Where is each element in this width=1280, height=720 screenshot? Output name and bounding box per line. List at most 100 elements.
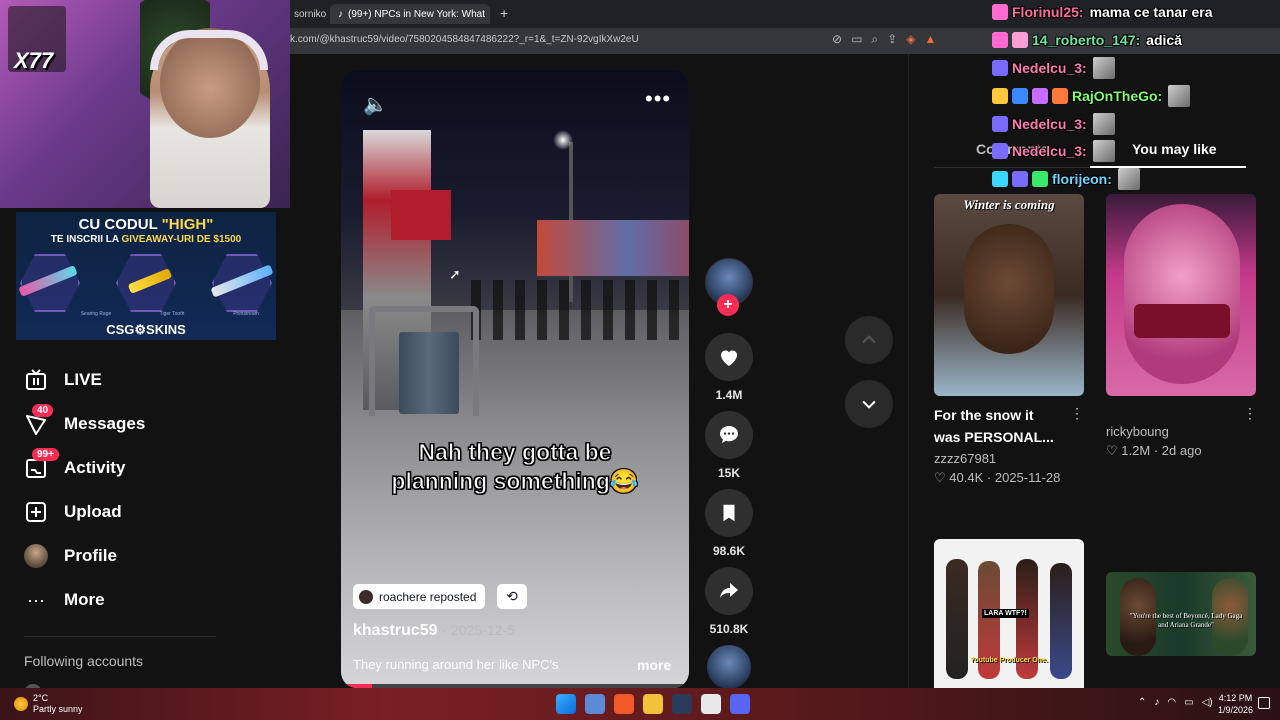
repost-badge[interactable]: roachere reposted xyxy=(353,584,486,609)
thumb-tape xyxy=(1134,304,1230,338)
recommended-video-card[interactable]: LARA WTF?! Youtube Producer One. xyxy=(934,539,1084,688)
video-title[interactable]: For the snow it was PERSONAL... xyxy=(934,404,1084,448)
new-tab-button[interactable]: + xyxy=(500,5,508,21)
volume-icon[interactable]: ◁) xyxy=(1202,697,1213,708)
browser-toolbar: ⊘ ▭ ⌕ ⇪ ◈ ▲ xyxy=(832,32,936,47)
warning-icon[interactable]: ▲ xyxy=(924,32,936,47)
weather-widget[interactable]: 2°C Partly sunny xyxy=(14,693,83,715)
chat-username: 14_roberto_147: xyxy=(1032,32,1141,48)
avatar xyxy=(359,589,373,604)
start-icon[interactable] xyxy=(556,694,576,714)
tiktok-icon: ♪ xyxy=(338,8,343,20)
heart-outline-icon: ♡ xyxy=(934,470,946,485)
webcam-overlay: X77 xyxy=(0,0,290,208)
previous-video-button[interactable] xyxy=(845,316,893,364)
wifi-icon[interactable]: ◠ xyxy=(1167,697,1176,708)
recommended-video-card[interactable]: "You're the best of Beyoncé, Lady Gaga a… xyxy=(1106,572,1256,656)
no-camera-icon[interactable]: ⊘ xyxy=(832,32,842,47)
video-light xyxy=(553,130,573,150)
more-link[interactable]: more xyxy=(637,657,671,673)
sidebar-divider xyxy=(24,636,216,637)
video-thumbnail[interactable]: Winter is coming xyxy=(934,194,1084,396)
video-author[interactable]: zzzz67981 xyxy=(934,451,1084,466)
messages-icon: 40 xyxy=(24,404,54,436)
card-menu-icon[interactable]: ⋮ xyxy=(1243,405,1257,422)
sidebar-item-live[interactable]: LIVE xyxy=(24,364,102,396)
weather-desc: Partly sunny xyxy=(33,704,83,714)
profile-avatar xyxy=(24,544,48,568)
video-author[interactable]: rickyboung xyxy=(1106,424,1256,439)
url-text[interactable]: k.com/@khastruc59/video/7580204584847486… xyxy=(290,34,639,45)
sidebar-item-upload[interactable]: Upload xyxy=(24,496,122,528)
clock-date: 1/9/2026 xyxy=(1218,705,1254,715)
save-button[interactable] xyxy=(705,489,753,537)
following-accounts-title: Following accounts xyxy=(24,653,144,669)
video-player[interactable]: 🔈 ••• ➚ Nah they gotta be planning somet… xyxy=(341,70,689,688)
notification-icon[interactable] xyxy=(1258,697,1270,709)
display-icon[interactable]: ▭ xyxy=(1184,697,1193,708)
sidebar-item-messages[interactable]: 40 Messages xyxy=(24,404,145,440)
discord-icon[interactable] xyxy=(730,694,750,714)
chat-username: Nedelcu_3: xyxy=(1012,143,1087,159)
skin-label: Printstream xyxy=(233,311,259,317)
recommended-video-card[interactable]: Winter is coming For the snow it was PER… xyxy=(934,194,1084,486)
chat-text: adică xyxy=(1146,32,1182,48)
browser-tab[interactable]: sornikoj xyxy=(286,4,326,24)
chevron-up-icon[interactable]: ⌃ xyxy=(1138,697,1146,708)
video-thumbnail[interactable] xyxy=(1106,194,1256,396)
video-thumbnail[interactable]: "You're the best of Beyoncé, Lady Gaga a… xyxy=(1106,572,1256,656)
video-thumbnail[interactable]: LARA WTF?! Youtube Producer One. xyxy=(934,539,1084,688)
screen: sornikoj ♪ (99+) NPCs in New York: What … xyxy=(0,0,1280,720)
sidebar-item-label: LIVE xyxy=(64,370,102,389)
recommended-video-card[interactable]: rickyboung ♡ 1.2M · 2d ago xyxy=(1106,194,1256,459)
sidebar-item-profile[interactable]: Profile xyxy=(24,540,117,572)
video-description: They running around her like NPC's xyxy=(353,657,559,672)
video-author-line: khastruc59 · 2025-12-5 xyxy=(353,622,515,640)
more-dots-icon: ··· xyxy=(27,589,45,610)
follow-plus-icon[interactable]: + xyxy=(717,294,739,316)
tab-you-may-like[interactable]: You may like xyxy=(1132,141,1217,157)
picture-in-picture-icon[interactable]: ▭ xyxy=(851,32,862,47)
card-menu-icon[interactable]: ⋮ xyxy=(1070,405,1084,422)
video-crowd xyxy=(471,280,689,340)
chat-username: florijeon: xyxy=(1052,171,1112,187)
speaker-icon[interactable]: ♪ xyxy=(1154,697,1159,708)
more-options-icon[interactable]: ••• xyxy=(645,86,671,112)
sidebar-item-label: Activity xyxy=(64,458,126,477)
upload-icon xyxy=(24,500,48,524)
browser-tab-active[interactable]: ♪ (99+) NPCs in New York: What ✕ xyxy=(330,4,490,24)
next-video-button[interactable] xyxy=(845,380,893,428)
video-date: 2025-12-5 xyxy=(451,622,515,638)
brave-shield-icon[interactable]: ◈ xyxy=(906,32,915,47)
steam-icon[interactable] xyxy=(672,694,692,714)
live-icon xyxy=(24,368,48,392)
author-name[interactable]: khastruc59 xyxy=(353,622,438,639)
share-arrow-icon xyxy=(720,583,738,598)
chat-text: mama ce tanar era xyxy=(1089,4,1213,20)
app-icon[interactable] xyxy=(585,694,605,714)
file-explorer-icon[interactable] xyxy=(643,694,663,714)
chat-message: Nedelcu_3: xyxy=(992,57,1115,79)
sidebar-item-more[interactable]: ··· More xyxy=(24,584,105,616)
zoom-icon[interactable]: ⌕ xyxy=(871,32,878,47)
chevron-down-icon xyxy=(862,400,876,409)
share-button[interactable] xyxy=(705,567,753,615)
brave-browser-icon[interactable] xyxy=(614,694,634,714)
promo-logo: CSG⚙SKINS xyxy=(106,322,186,337)
app-icon[interactable] xyxy=(701,694,721,714)
like-button[interactable] xyxy=(705,333,753,381)
chat-badge-icon xyxy=(992,116,1008,132)
repost-icon[interactable]: ⟲ xyxy=(497,584,527,609)
music-disc-avatar[interactable] xyxy=(707,645,751,689)
windows-taskbar: 2°C Partly sunny ⌃ ♪ ◠ ▭ ◁) 4:12 PM 1/9/… xyxy=(0,688,1280,720)
promo-subline: TE INSCRII LA GIVEAWAY-URI DE $1500 xyxy=(50,234,242,245)
share-icon[interactable]: ⇪ xyxy=(887,32,897,47)
sidebar-item-activity[interactable]: 99+ Activity xyxy=(24,448,126,484)
chat-message: RajOnTheGo: xyxy=(992,85,1191,107)
chat-message: 14_roberto_147: adică xyxy=(992,29,1182,51)
video-stats: ♡ 1.2M · 2d ago xyxy=(1106,443,1202,458)
chat-badge-icon xyxy=(992,4,1008,20)
comment-button[interactable] xyxy=(705,411,753,459)
volume-muted-icon[interactable]: 🔈 xyxy=(363,92,388,117)
clock[interactable]: 4:12 PM 1/9/2026 xyxy=(1218,692,1253,716)
